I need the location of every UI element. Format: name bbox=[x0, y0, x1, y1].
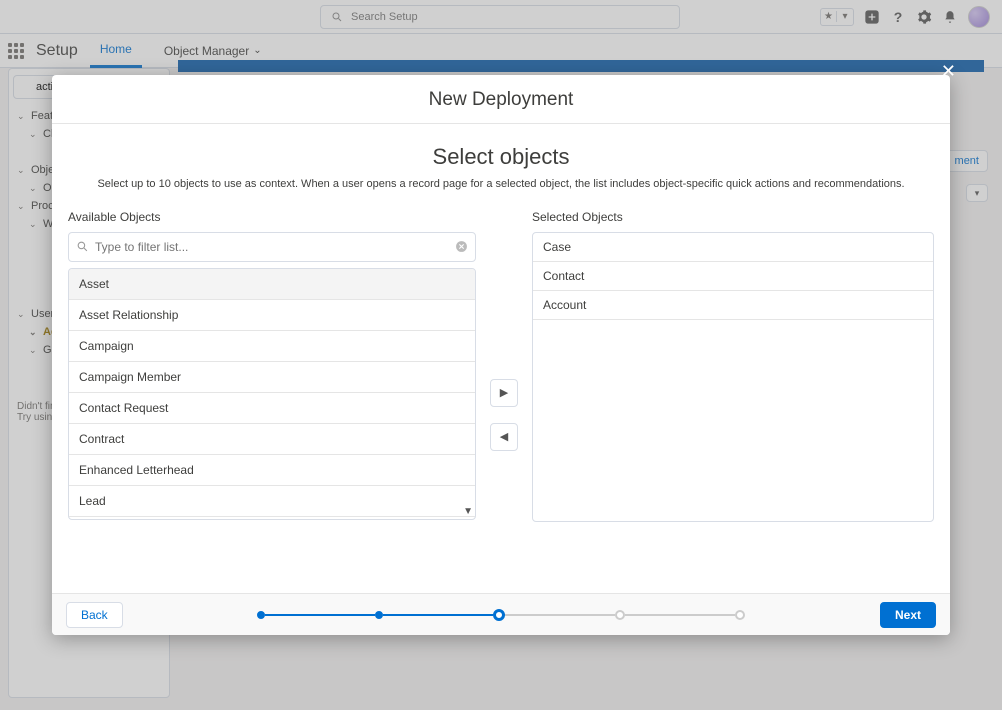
selected-item[interactable]: Account bbox=[533, 291, 933, 320]
available-item[interactable]: Campaign Member bbox=[69, 362, 475, 393]
available-item[interactable]: Campaign bbox=[69, 331, 475, 362]
available-label: Available Objects bbox=[68, 210, 476, 224]
selected-item[interactable]: Contact bbox=[533, 262, 933, 291]
next-button[interactable]: Next bbox=[880, 602, 936, 628]
available-item[interactable]: Opportunity bbox=[69, 517, 475, 519]
section-desc: Select up to 10 objects to use as contex… bbox=[68, 178, 934, 190]
search-icon bbox=[76, 240, 89, 253]
available-item[interactable]: Lead bbox=[69, 486, 475, 517]
close-icon[interactable]: ✕ bbox=[941, 61, 956, 82]
available-item[interactable]: Contact Request bbox=[69, 393, 475, 424]
move-right-button[interactable]: ▶ bbox=[490, 379, 518, 407]
progress-step-1 bbox=[257, 611, 265, 619]
available-item[interactable]: Enhanced Letterhead bbox=[69, 455, 475, 486]
back-button[interactable]: Back bbox=[66, 602, 123, 628]
progress-indicator bbox=[257, 609, 745, 621]
clear-icon[interactable] bbox=[455, 240, 468, 253]
new-deployment-modal: ✕ New Deployment Select objects Select u… bbox=[52, 75, 950, 635]
progress-step-4 bbox=[615, 610, 625, 620]
modal-title: New Deployment bbox=[52, 89, 950, 111]
progress-step-3 bbox=[493, 609, 505, 621]
available-item[interactable]: Contract bbox=[69, 424, 475, 455]
chevron-left-icon: ◀ bbox=[500, 430, 508, 443]
move-left-button[interactable]: ◀ bbox=[490, 423, 518, 451]
filter-available-input[interactable] bbox=[68, 232, 476, 262]
available-item[interactable]: Asset Relationship bbox=[69, 300, 475, 331]
progress-step-5 bbox=[735, 610, 745, 620]
selected-item[interactable]: Case bbox=[533, 233, 933, 262]
progress-step-2 bbox=[375, 611, 383, 619]
chevron-right-icon: ▶ bbox=[500, 386, 508, 399]
section-title: Select objects bbox=[68, 144, 934, 170]
available-item[interactable]: Asset bbox=[69, 269, 475, 300]
selected-label: Selected Objects bbox=[532, 210, 934, 224]
